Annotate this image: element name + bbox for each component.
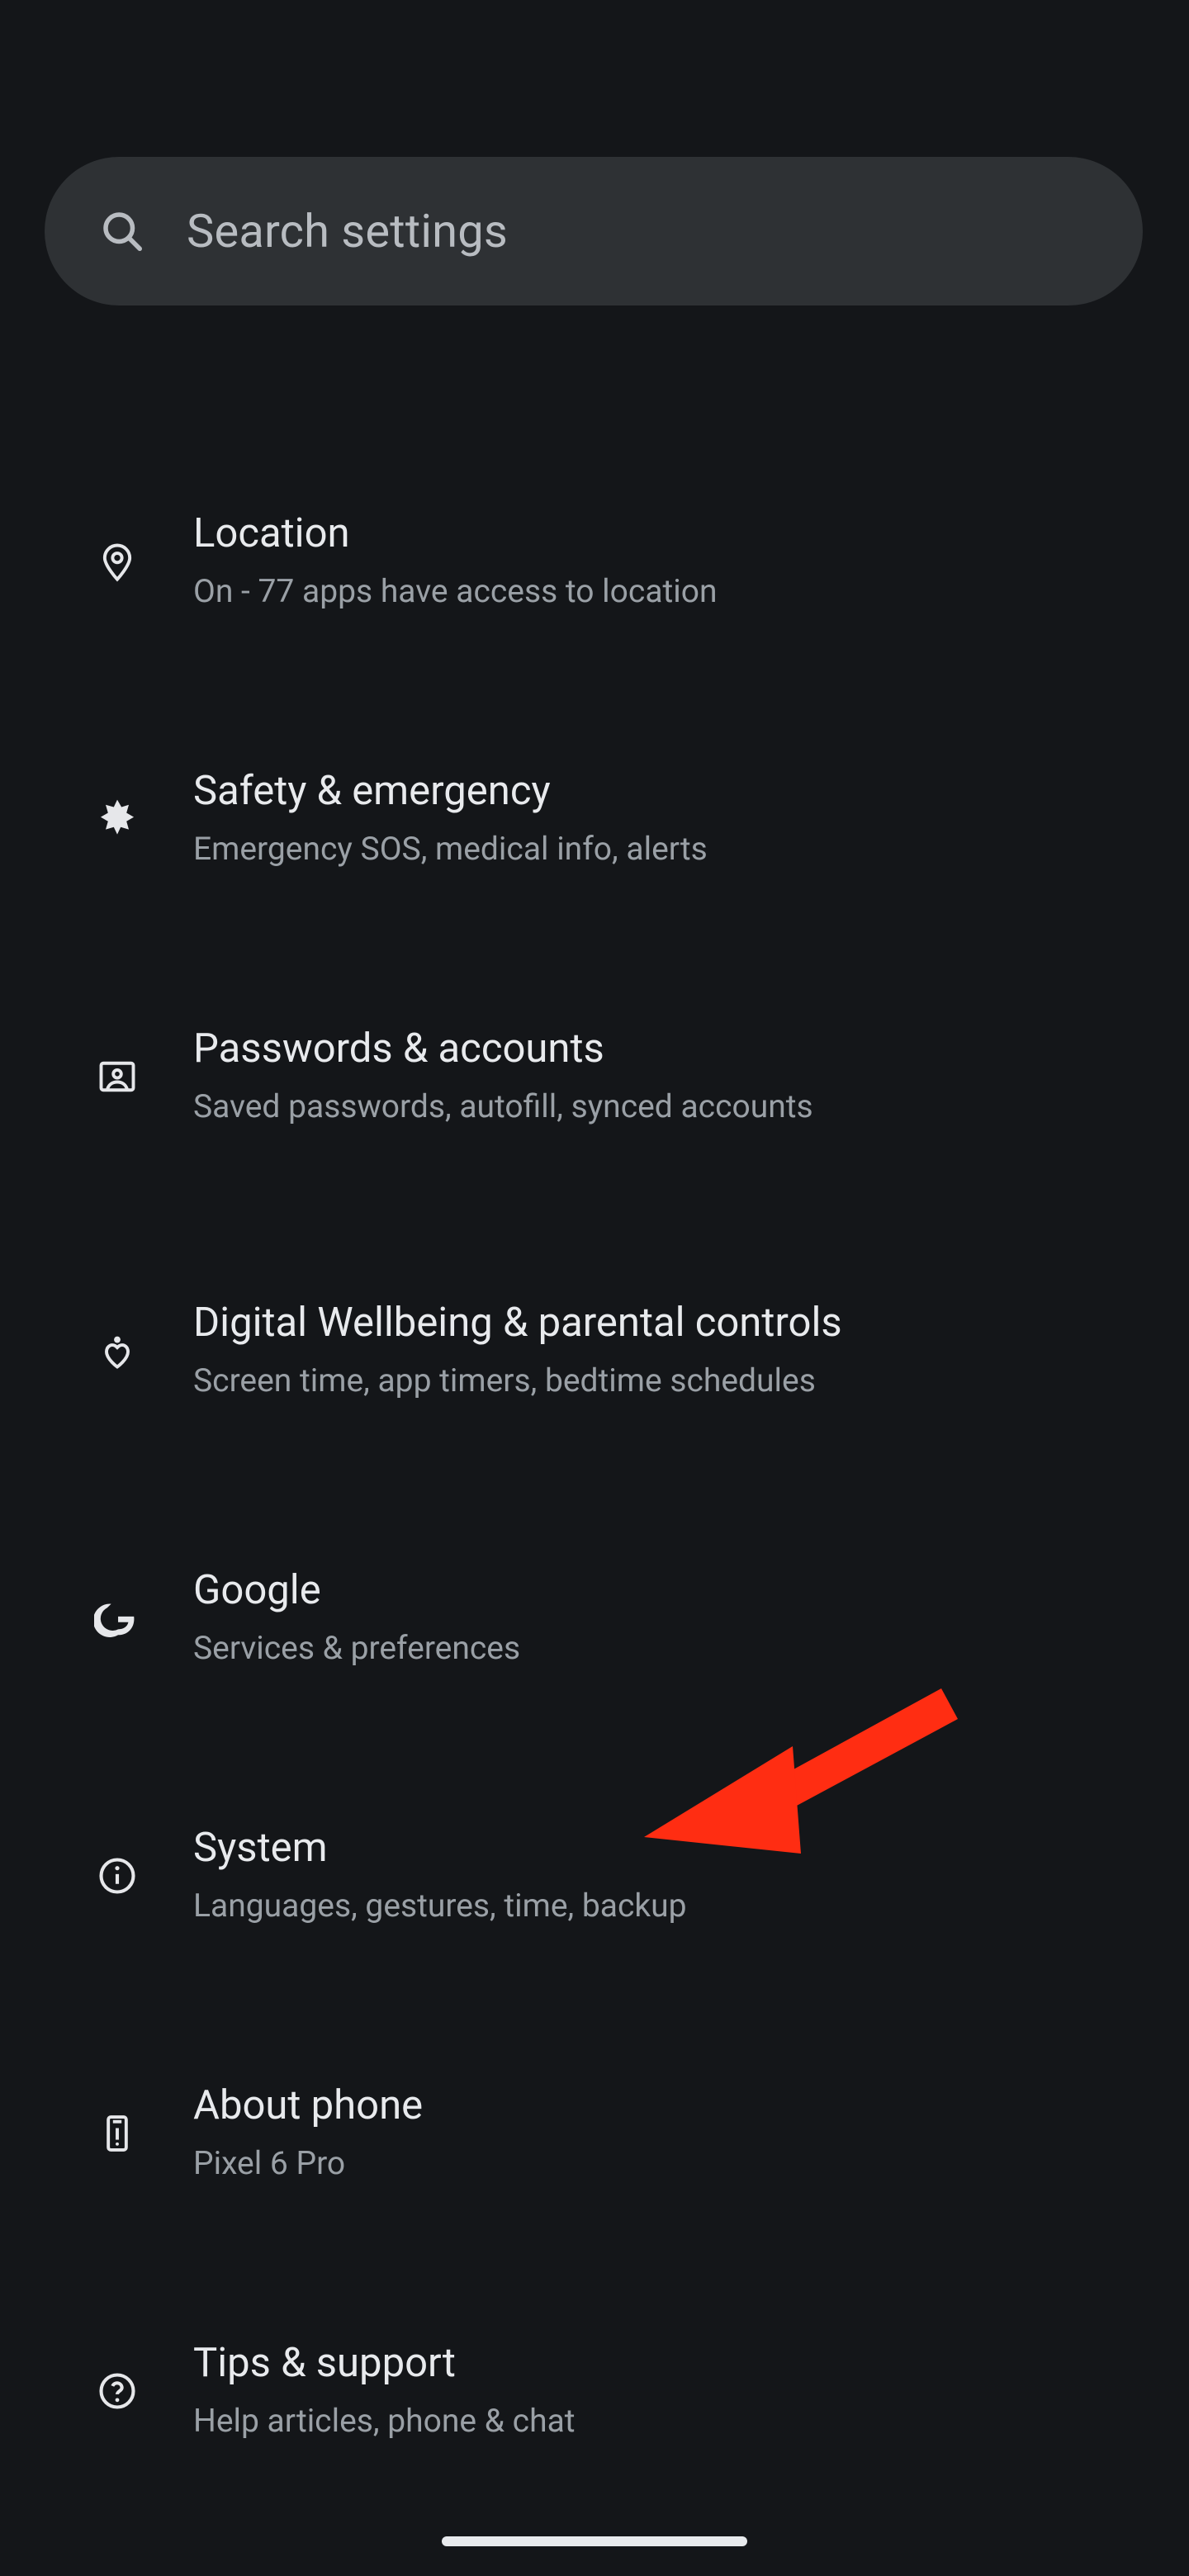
- location-pin-icon: [76, 540, 159, 583]
- info-icon: [76, 1854, 159, 1897]
- settings-row-subtitle: Languages, gestures, time, backup: [193, 1885, 1085, 1927]
- settings-row-subtitle: Emergency SOS, medical info, alerts: [193, 828, 1085, 870]
- settings-row-title: About phone: [193, 2082, 1141, 2129]
- account-box-icon: [76, 1055, 159, 1098]
- settings-row-title: Tips & support: [193, 2340, 1141, 2386]
- settings-row-clipped: [0, 355, 1189, 372]
- phone-device-icon: [76, 2112, 159, 2155]
- settings-row-safety[interactable]: Safety & emergency Emergency SOS, medica…: [0, 712, 1189, 926]
- settings-row-subtitle: Help articles, phone & chat: [193, 2400, 1085, 2442]
- settings-row-location[interactable]: Location On - 77 apps have access to loc…: [0, 454, 1189, 669]
- medical-icon: [76, 796, 159, 842]
- settings-row-title: Passwords & accounts: [193, 1025, 1141, 1072]
- home-indicator[interactable]: [442, 2536, 747, 2546]
- settings-row-subtitle: Saved passwords, autofill, synced accoun…: [193, 1086, 1085, 1128]
- settings-row-subtitle: Screen time, app timers, bedtime schedul…: [193, 1360, 1085, 1402]
- settings-row-subtitle: Services & preferences: [193, 1627, 1085, 1669]
- settings-row-system[interactable]: System Languages, gestures, time, backup: [0, 1769, 1189, 1983]
- settings-row-subtitle: On - 77 apps have access to location: [193, 571, 1085, 613]
- google-g-icon: [76, 1595, 159, 1641]
- settings-list: Location On - 77 apps have access to loc…: [0, 355, 1189, 2498]
- settings-row-title: System: [193, 1825, 1141, 1871]
- settings-row-about[interactable]: About phone Pixel 6 Pro: [0, 2026, 1189, 2241]
- settings-row-title: Google: [193, 1567, 1141, 1613]
- search-bar[interactable]: Search settings: [45, 157, 1143, 305]
- help-icon: [76, 2370, 159, 2413]
- settings-row-title: Digital Wellbeing & parental controls: [193, 1300, 1141, 1346]
- settings-row-google[interactable]: Google Services & preferences: [0, 1511, 1189, 1726]
- settings-row-title: Safety & emergency: [193, 768, 1141, 814]
- search-placeholder: Search settings: [187, 204, 508, 258]
- settings-row-wellbeing[interactable]: Digital Wellbeing & parental controls Sc…: [0, 1219, 1189, 1483]
- settings-row-passwords[interactable]: Passwords & accounts Saved passwords, au…: [0, 969, 1189, 1184]
- settings-row-title: Location: [193, 510, 1141, 556]
- settings-row-tips[interactable]: Tips & support Help articles, phone & ch…: [0, 2284, 1189, 2498]
- settings-row-subtitle: Pixel 6 Pro: [193, 2143, 1085, 2185]
- wellbeing-icon: [76, 1329, 159, 1372]
- search-icon: [97, 206, 147, 256]
